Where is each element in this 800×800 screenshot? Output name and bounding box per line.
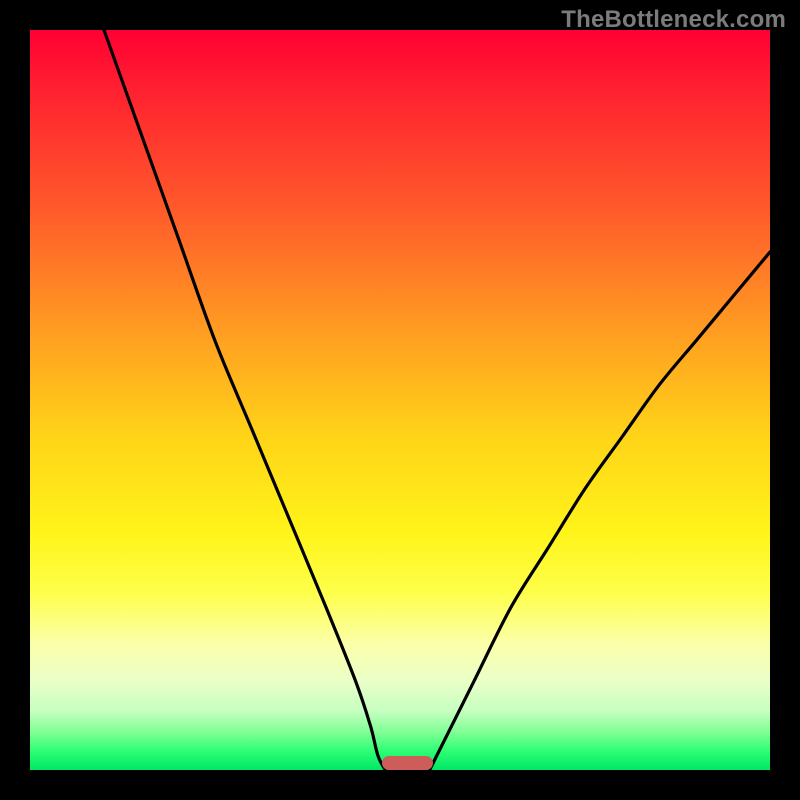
plot-area xyxy=(30,30,770,770)
curves-svg xyxy=(30,30,770,770)
outer-frame: TheBottleneck.com xyxy=(0,0,800,800)
left-curve xyxy=(104,30,385,770)
bottleneck-indicator xyxy=(382,756,432,770)
right-curve xyxy=(430,252,770,770)
watermark-text: TheBottleneck.com xyxy=(561,6,786,34)
